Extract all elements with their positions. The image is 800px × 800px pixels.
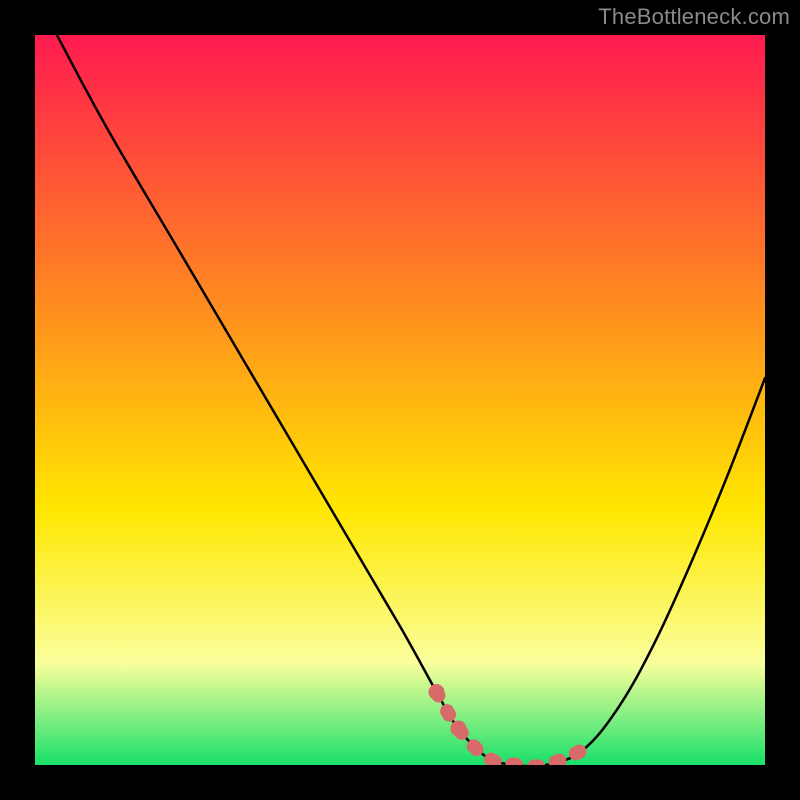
gradient-background bbox=[35, 35, 765, 765]
highlight-dot bbox=[450, 721, 466, 737]
plot-area bbox=[35, 35, 765, 765]
watermark-text: TheBottleneck.com bbox=[598, 4, 790, 30]
highlight-dot bbox=[429, 684, 445, 700]
chart-frame: TheBottleneck.com bbox=[0, 0, 800, 800]
bottleneck-chart bbox=[35, 35, 765, 765]
